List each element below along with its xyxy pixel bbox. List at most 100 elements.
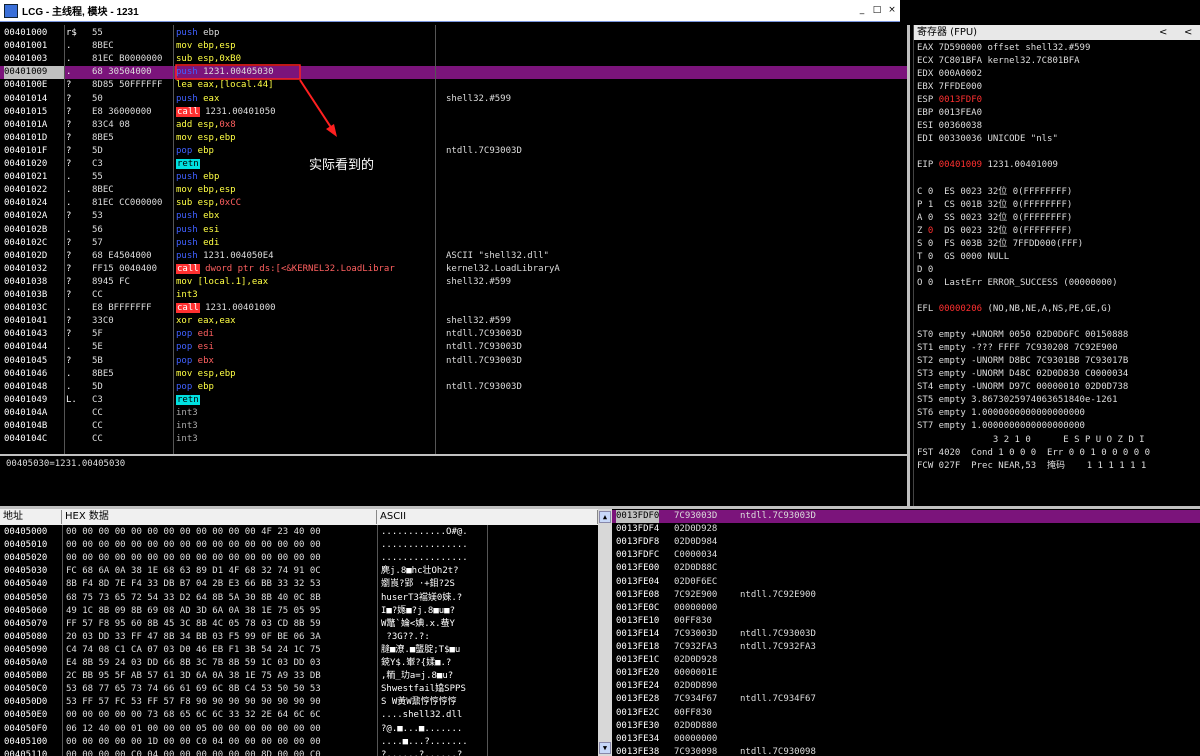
- hex-row[interactable]: 00405000 00 00 00 00 00 00 00 00 00 00 00…: [0, 526, 598, 539]
- stack-comment: ntdll.7C93003D: [740, 511, 816, 521]
- registers-pane[interactable]: 寄存器 (FPU) < < EAX 7D590000 offset shell3…: [913, 25, 1200, 506]
- col-ascii-header[interactable]: ASCII: [377, 510, 598, 524]
- register-text: ST4 empty -UNORM D97C 00000010 02D0D738: [917, 382, 1129, 393]
- stack-row[interactable]: 0013FE24 02D0D890: [612, 680, 1200, 693]
- register-line[interactable]: S 0 FS 003B 32位 7FFDD000(FFF): [917, 238, 1083, 251]
- hex-row[interactable]: 004050E0 00 00 00 00 00 73 68 65 6C 6C 33…: [0, 709, 598, 722]
- stack-row[interactable]: 0013FE14 7C93003D ntdll.7C93003D: [612, 628, 1200, 641]
- register-line[interactable]: ECX 7C801BFA kernel32.7C801BFA: [917, 55, 1080, 68]
- stack-address: 0013FDFC: [616, 550, 660, 561]
- register-line[interactable]: EBP 0013FEA0: [917, 107, 982, 120]
- stack-row[interactable]: 0013FE30 02D0D880: [612, 720, 1200, 733]
- register-text: ST3 empty -UNORM D48C 02D0D830 C0000034: [917, 369, 1129, 380]
- stack-row[interactable]: 0013FE08 7C92E900 ntdll.7C92E900: [612, 589, 1200, 602]
- nav-left-button[interactable]: <: [1159, 25, 1167, 40]
- register-line[interactable]: ST1 empty -??? FFFF 7C930208 7C92E900: [917, 342, 1117, 355]
- stack-row[interactable]: 0013FE18 7C932FA3 ntdll.7C932FA3: [612, 641, 1200, 654]
- stack-address: 0013FE24: [616, 681, 660, 692]
- hex-bytes: 68 75 73 65 72 54 33 D2 64 8B 5A 30 8B 4…: [66, 592, 321, 603]
- register-line[interactable]: FST 4020 Cond 1 0 0 0 Err 0 0 1 0 0 0 0 …: [917, 447, 1150, 460]
- hex-row[interactable]: 00405110 00 00 00 00 C0 04 00 00 00 00 00…: [0, 749, 598, 756]
- register-line[interactable]: ESP 0013FDF0: [917, 94, 982, 107]
- register-line[interactable]: EBX 7FFDE000: [917, 81, 982, 94]
- stack-value: 0000001E: [674, 668, 718, 679]
- hex-row[interactable]: 00405020 00 00 00 00 00 00 00 00 00 00 00…: [0, 552, 598, 565]
- stack-pane[interactable]: 0013FDF0 7C93003D ntdll.7C93003D 0013FDF4 02…: [612, 506, 1200, 756]
- stack-row[interactable]: 0013FDF8 02D0D984: [612, 536, 1200, 549]
- hex-row[interactable]: 004050C0 53 68 77 65 73 74 66 61 69 6C 8B…: [0, 683, 598, 696]
- hex-row[interactable]: 00405100 00 00 00 00 00 1D 00 00 C0 04 00…: [0, 736, 598, 749]
- hex-row[interactable]: 00405080 20 03 DD 33 FF 47 8B 34 BB 03 F5…: [0, 631, 598, 644]
- col-address-header[interactable]: 地址: [0, 510, 62, 524]
- hex-row[interactable]: 004050F0 06 12 40 00 01 00 00 00 05 00 00…: [0, 723, 598, 736]
- register-line[interactable]: ST3 empty -UNORM D48C 02D0D830 C0000034: [917, 368, 1128, 381]
- hex-ascii: ,粫_玏a=j.8■u?: [381, 671, 454, 682]
- stack-row[interactable]: 0013FE10 00FF830: [612, 615, 1200, 628]
- register-line[interactable]: ST4 empty -UNORM D97C 00000010 02D0D738: [917, 381, 1128, 394]
- register-text: EFL: [917, 304, 939, 314]
- hex-bytes: FC 68 6A 0A 38 1E 68 63 89 D1 4F 68 32 7…: [66, 566, 321, 577]
- hex-row[interactable]: 00405030 FC 68 6A 0A 38 1E 68 63 89 D1 4F…: [0, 565, 598, 578]
- stack-value: 02D0D880: [674, 720, 718, 731]
- scroll-up-icon[interactable]: ▲: [599, 511, 611, 523]
- hex-row[interactable]: 00405060 49 1C 8B 09 8B 69 08 AD 3D 6A 0A…: [0, 605, 598, 618]
- register-line[interactable]: FCW 027F Prec NEAR,53 掩码 1 1 1 1 1 1: [917, 460, 1146, 473]
- hex-dump-pane[interactable]: 地址 HEX 数据 ASCII 00405000 00 00 00 00 00 0…: [0, 506, 598, 756]
- register-line[interactable]: EIP 00401009 1231.00401009: [917, 159, 1058, 172]
- hex-row[interactable]: 00405090 C4 74 08 C1 CA 07 03 D0 46 EB F1…: [0, 644, 598, 657]
- stack-value: 7C930098: [674, 746, 718, 756]
- register-line[interactable]: ST7 empty 1.0000000000000000000: [917, 420, 1085, 433]
- hex-row[interactable]: 00405040 8B F4 8D 7E F4 33 DB B7 04 2B E3…: [0, 578, 598, 591]
- stack-row[interactable]: 0013FDF4 02D0D928: [612, 523, 1200, 536]
- register-line[interactable]: ST5 empty 3.8673025974063651840e-1261: [917, 394, 1117, 407]
- stack-row[interactable]: 0013FE20 0000001E: [612, 667, 1200, 680]
- register-line[interactable]: C 0 ES 0023 32位 0(FFFFFFFF): [917, 186, 1072, 199]
- hex-row[interactable]: 00405070 FF 57 F8 95 60 8B 45 3C 8B 4C 05…: [0, 618, 598, 631]
- stack-row[interactable]: 0013FE2C 00FF830: [612, 707, 1200, 720]
- stack-value: 00000000: [674, 733, 718, 744]
- register-line[interactable]: ST6 empty 1.0000000000000000000: [917, 407, 1085, 420]
- hex-bytes: 06 12 40 00 01 00 00 00 05 00 00 00 00 0…: [66, 723, 321, 734]
- hex-row[interactable]: 00405010 00 00 00 00 00 00 00 00 00 00 00…: [0, 539, 598, 552]
- stack-row[interactable]: 0013FE0C 00000000: [612, 602, 1200, 615]
- stack-row[interactable]: 0013FDFC C0000034: [612, 549, 1200, 562]
- register-line[interactable]: EFL 00000206 (NO,NB,NE,A,NS,PE,GE,G): [917, 303, 1112, 316]
- scroll-down-icon[interactable]: ▼: [599, 742, 611, 754]
- stack-value: 7C93003D: [674, 511, 718, 521]
- hex-row[interactable]: 004050B0 2C BB 95 5F AB 57 61 3D 6A 0A 38…: [0, 670, 598, 683]
- stack-row[interactable]: 0013FE1C 02D0D928: [612, 654, 1200, 667]
- register-line[interactable]: Z 0 DS 0023 32位 0(FFFFFFFF): [917, 225, 1072, 238]
- stack-row[interactable]: 0013FE34 00000000: [612, 733, 1200, 746]
- hex-ascii: ................: [381, 540, 468, 551]
- stack-row[interactable]: 0013FE00 02D0D88C: [612, 562, 1200, 575]
- stack-row[interactable]: 0013FE28 7C934F67 ntdll.7C934F67: [612, 693, 1200, 706]
- stack-row[interactable]: 0013FE04 02D0F6EC: [612, 576, 1200, 589]
- hex-row[interactable]: 004050A0 E4 8B 59 24 03 DD 66 8B 3C 7B 8B…: [0, 657, 598, 670]
- stack-address: 0013FE34: [616, 733, 660, 744]
- register-text: DS 0023 32位 0(FFFFFFFF): [933, 225, 1073, 236]
- register-line[interactable]: A 0 SS 0023 32位 0(FFFFFFFF): [917, 212, 1072, 225]
- register-line[interactable]: EAX 7D590000 offset shell32.#599: [917, 42, 1090, 55]
- col-hex-header[interactable]: HEX 数据: [62, 510, 377, 524]
- hex-scrollbar[interactable]: ▲ ▼: [598, 506, 612, 756]
- stack-row[interactable]: 0013FDF0 7C93003D ntdll.7C93003D: [612, 510, 1200, 524]
- hex-row[interactable]: 004050D0 53 FF 57 FC 53 FF 57 F8 90 90 90…: [0, 696, 598, 709]
- register-line[interactable]: ST2 empty -UNORM D8BC 7C9301BB 7C93017B: [917, 355, 1128, 368]
- register-line[interactable]: EDI 00330036 UNICODE "nls": [917, 133, 1058, 146]
- nav-right-button[interactable]: <: [1184, 25, 1192, 40]
- register-line[interactable]: O 0 LastErr ERROR_SUCCESS (00000000): [917, 277, 1117, 290]
- hex-row[interactable]: 00405050 68 75 73 65 72 54 33 D2 64 8B 5A…: [0, 592, 598, 605]
- register-text: D 0: [917, 264, 934, 275]
- register-text: 00000206: [938, 304, 983, 314]
- register-line[interactable]: ESI 00360038: [917, 120, 982, 133]
- hex-ascii: 麂j.8■hc壮Oh2t?: [381, 566, 459, 577]
- register-line[interactable]: D 0: [917, 264, 933, 277]
- register-line[interactable]: ST0 empty +UNORM 0050 02D0D6FC 00150888: [917, 329, 1128, 342]
- hex-bytes: 00 00 00 00 00 73 68 65 6C 6C 33 32 2E 6…: [66, 710, 321, 721]
- register-line[interactable]: T 0 GS 0000 NULL: [917, 251, 1009, 264]
- register-line[interactable]: 3 2 1 0 E S P U O Z D I: [917, 434, 1145, 447]
- register-line[interactable]: EDX 000A0002: [917, 68, 982, 81]
- register-line[interactable]: P 1 CS 001B 32位 0(FFFFFFFF): [917, 199, 1072, 212]
- stack-row[interactable]: 0013FE38 7C930098 ntdll.7C930098: [612, 746, 1200, 756]
- register-text: (NO,NB,NE,A,NS,PE,GE,G): [982, 304, 1113, 314]
